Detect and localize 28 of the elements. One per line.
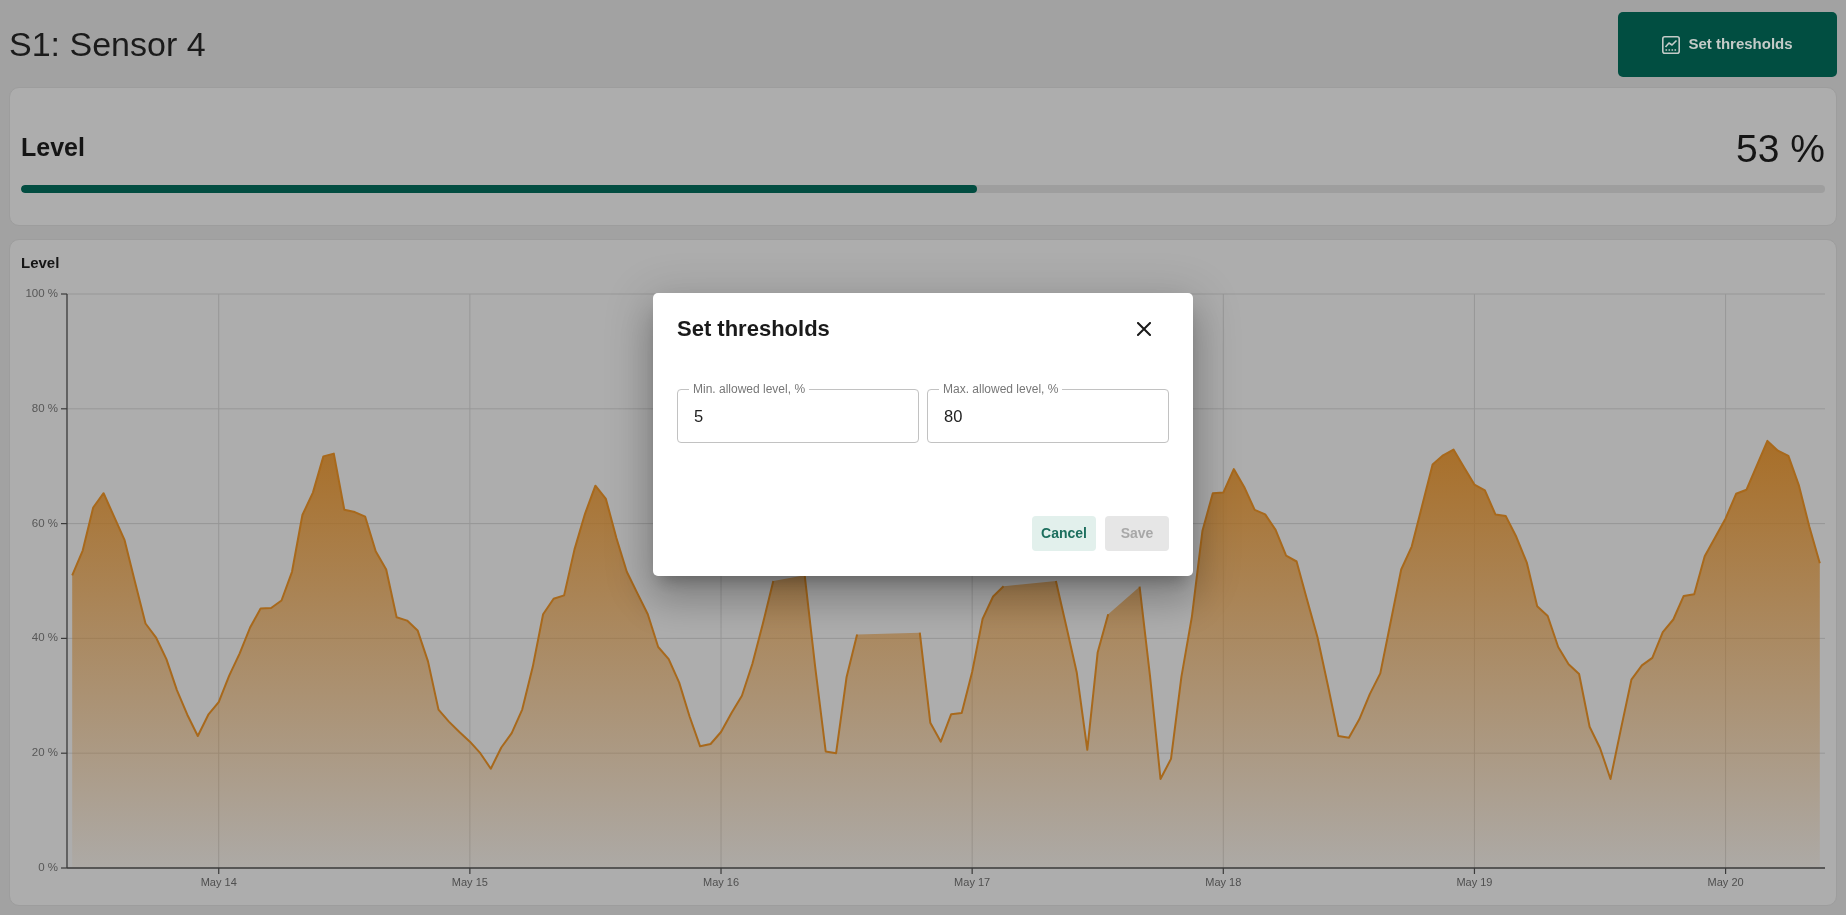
value-input[interactable]: 80 bbox=[944, 396, 1152, 436]
set-thresholds-button[interactable]: Set thresholds bbox=[1618, 12, 1837, 77]
y-tick-label: 20 % bbox=[31, 746, 58, 759]
y-tick-label: 40 % bbox=[31, 631, 58, 644]
y-tick-label: 100 % bbox=[25, 287, 58, 300]
max-level-field[interactable]: Max. allowed level, % 80 bbox=[927, 382, 1169, 443]
dialog-title: Set thresholds bbox=[677, 315, 830, 343]
x-tick-label: May 17 bbox=[954, 876, 991, 888]
field-label: Max. allowed level, % bbox=[942, 382, 1060, 396]
value-input[interactable]: 5 bbox=[694, 396, 902, 436]
close-icon bbox=[1137, 322, 1151, 336]
x-tick-label: May 18 bbox=[1205, 876, 1242, 888]
page-title: S1: Sensor 4 bbox=[9, 25, 206, 64]
cancel-button[interactable]: Cancel bbox=[1032, 516, 1096, 551]
chart-title: Level bbox=[21, 253, 60, 273]
x-tick-label: May 20 bbox=[1707, 876, 1744, 888]
level-reading: 53 % bbox=[1736, 128, 1825, 168]
x-tick-label: May 15 bbox=[451, 876, 488, 888]
y-tick-label: 80 % bbox=[31, 401, 58, 414]
x-tick-label: May 16 bbox=[703, 876, 740, 888]
min-level-field[interactable]: Min. allowed level, % 5 bbox=[677, 382, 919, 443]
y-tick-label: 60 % bbox=[31, 516, 58, 529]
x-tick-label: May 19 bbox=[1456, 876, 1493, 888]
x-tick-label: May 14 bbox=[200, 876, 237, 888]
line-chart-icon bbox=[1662, 35, 1681, 54]
level-label: Level bbox=[21, 132, 85, 164]
field-label: Min. allowed level, % bbox=[692, 382, 807, 396]
y-tick-label: 0 % bbox=[38, 861, 58, 874]
